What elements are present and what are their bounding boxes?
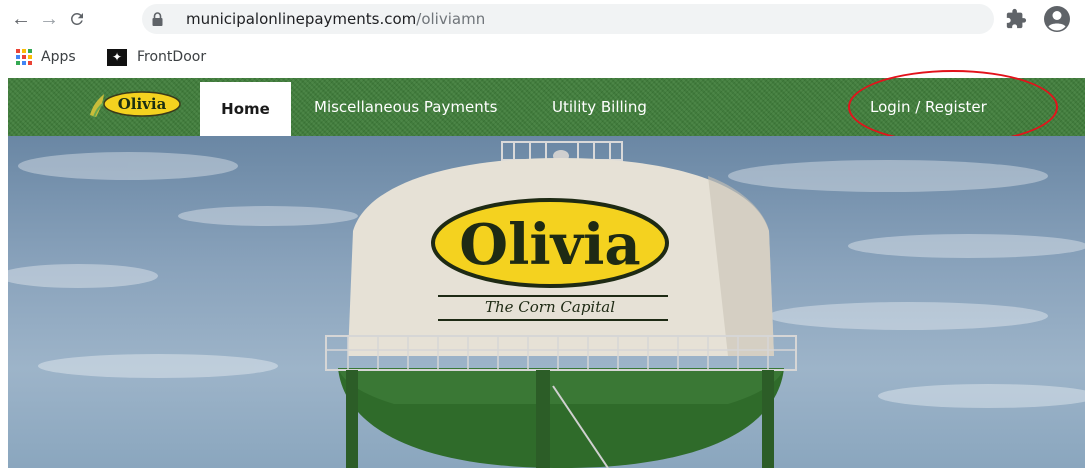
nav-utility-label: Utility Billing [552, 98, 647, 116]
browser-toolbar: ← → municipalonlinepayments.com/oliviamn… [0, 0, 1085, 40]
tower-tagline-text: The Corn Capital [485, 298, 615, 316]
address-bar[interactable]: municipalonlinepayments.com/oliviamn ☆ [142, 4, 994, 34]
nav-miscellaneous-payments[interactable]: Miscellaneous Payments [314, 78, 497, 136]
puzzle-icon[interactable] [1005, 8, 1027, 30]
nav-home-label: Home [221, 100, 270, 118]
bookmark-frontdoor[interactable]: ✦ FrontDoor [107, 47, 206, 67]
water-tower-illustration: Olivia The Corn Capital [8, 141, 1085, 468]
nav-login-register[interactable]: Login / Register [870, 78, 987, 136]
nav-misc-label: Miscellaneous Payments [314, 98, 498, 116]
olivia-logo[interactable]: Olivia [88, 90, 188, 120]
lock-icon [152, 12, 163, 26]
logo-text: Olivia [118, 95, 167, 113]
site-navbar: Olivia Home Miscellaneous Payments Utili… [8, 78, 1085, 136]
tower-logo-text: Olivia [459, 212, 640, 278]
arrow-left-icon: ← [11, 7, 31, 30]
bookmark-apps[interactable]: Apps [16, 47, 76, 67]
bookmark-frontdoor-label: FrontDoor [137, 49, 207, 65]
arrow-right-icon: → [39, 7, 59, 30]
hero-image: Olivia The Corn Capital [8, 136, 1085, 468]
nav-login-label: Login / Register [870, 98, 987, 116]
nav-utility-billing[interactable]: Utility Billing [552, 78, 647, 136]
back-button[interactable]: ← [8, 6, 34, 32]
bookmarks-bar: Apps ✦ FrontDoor [0, 40, 1085, 74]
url-text: municipalonlinepayments.com/oliviamn [186, 10, 485, 28]
url-host: municipalonlinepayments.com [186, 10, 417, 28]
frontdoor-icon: ✦ [107, 48, 127, 66]
apps-grid-icon [16, 49, 32, 65]
reload-button[interactable] [64, 6, 90, 32]
forward-button[interactable]: → [36, 6, 62, 32]
url-path: /oliviamn [416, 10, 486, 28]
nav-home[interactable]: Home [200, 82, 291, 136]
bookmark-apps-label: Apps [41, 49, 76, 65]
account-circle-icon[interactable] [1043, 5, 1071, 33]
reload-icon [70, 12, 83, 25]
